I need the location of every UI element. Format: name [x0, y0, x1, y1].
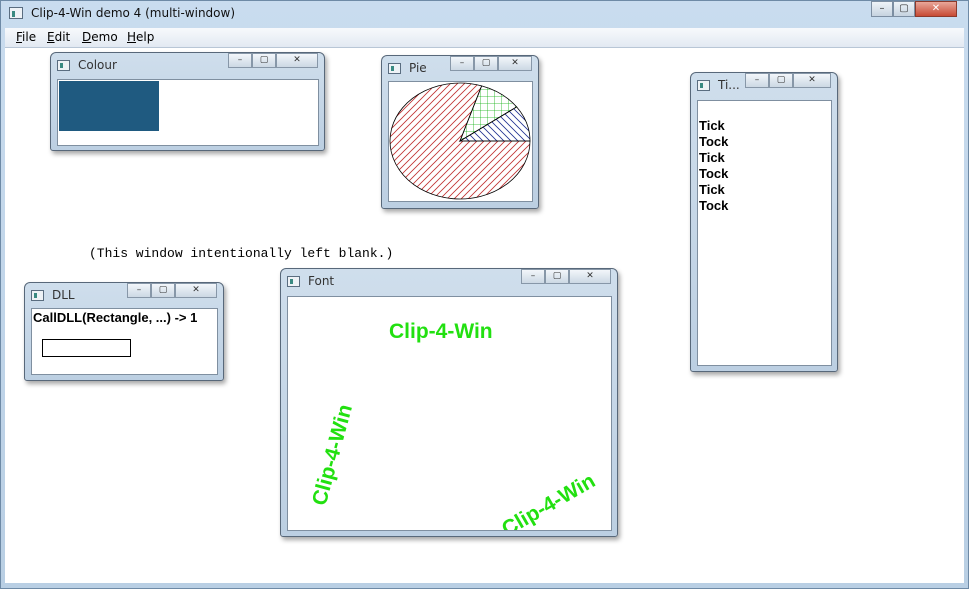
window-icon[interactable] — [57, 60, 70, 71]
blank-window-note: (This window intentionally left blank.) — [89, 246, 394, 261]
window-controls: – ▢ ✕ — [450, 56, 532, 71]
menu-edit[interactable]: Edit — [47, 30, 70, 44]
minimize-button[interactable]: – — [228, 53, 252, 68]
window-icon[interactable] — [697, 80, 710, 91]
window-controls: – ▢ ✕ — [521, 269, 611, 284]
main-title-bar[interactable]: Clip-4-Win demo 4 (multi-window) – ▢ ✕ — [1, 1, 968, 27]
minimize-button[interactable]: – — [127, 283, 151, 298]
window-controls: – ▢ ✕ — [745, 73, 831, 88]
close-button[interactable]: ✕ — [793, 73, 831, 88]
dll-window-body: CallDLL(Rectangle, ...) -> 1 — [31, 308, 218, 375]
minimize-button[interactable]: – — [871, 1, 893, 17]
close-button[interactable]: ✕ — [498, 56, 532, 71]
maximize-button[interactable]: ▢ — [252, 53, 276, 68]
font-window-title-bar[interactable]: Font – ▢ ✕ — [281, 269, 617, 293]
minimize-button[interactable]: – — [450, 56, 474, 71]
tick-line: Tick — [699, 118, 725, 133]
pie-chart — [389, 82, 531, 200]
window-icon[interactable] — [388, 63, 401, 74]
tick-line: Tock — [699, 134, 729, 149]
close-button[interactable]: ✕ — [276, 53, 318, 68]
app-icon[interactable] — [9, 7, 23, 19]
tick-list: Tick Tock Tick Tock Tick Tock — [699, 118, 728, 214]
menu-help[interactable]: Help — [127, 30, 154, 44]
tick-line: Tick — [699, 182, 725, 197]
tick-line: Tock — [699, 198, 729, 213]
pie-window-title-bar[interactable]: Pie – ▢ ✕ — [382, 56, 538, 80]
close-button[interactable]: ✕ — [915, 1, 957, 17]
close-button[interactable]: ✕ — [175, 283, 217, 298]
font-window: Font – ▢ ✕ Clip-4-Win Clip-4-Win Clip-4-… — [280, 268, 618, 537]
ticker-window-body: Tick Tock Tick Tock Tick Tock — [697, 100, 832, 366]
window-icon[interactable] — [287, 276, 300, 287]
maximize-button[interactable]: ▢ — [474, 56, 498, 71]
maximize-button[interactable]: ▢ — [769, 73, 793, 88]
dll-window-title-bar[interactable]: DLL – ▢ ✕ — [25, 283, 223, 307]
window-controls: – ▢ ✕ — [228, 53, 318, 68]
ticker-window-title-bar[interactable]: Ti... – ▢ ✕ — [691, 73, 837, 97]
tick-line: Tock — [699, 166, 729, 181]
minimize-button[interactable]: – — [521, 269, 545, 284]
main-window-controls: – ▢ ✕ — [871, 1, 957, 17]
colour-window: Colour – ▢ ✕ — [50, 52, 325, 151]
menu-bar: File Edit Demo Help — [5, 28, 964, 48]
font-sample-horizontal: Clip-4-Win — [389, 320, 493, 343]
font-window-body: Clip-4-Win Clip-4-Win Clip-4-Win — [287, 296, 612, 531]
colour-window-title-bar[interactable]: Colour – ▢ ✕ — [51, 53, 324, 77]
main-title-text: Clip-4-Win demo 4 (multi-window) — [31, 6, 236, 20]
font-sample-vertical: Clip-4-Win — [308, 401, 358, 508]
font-sample-angled: Clip-4-Win — [498, 469, 600, 531]
pie-window-title: Pie — [409, 61, 427, 75]
colour-swatch — [59, 81, 159, 131]
colour-window-title: Colour — [78, 58, 117, 72]
pie-window: Pie – ▢ ✕ — [381, 55, 539, 209]
window-controls: – ▢ ✕ — [127, 283, 217, 298]
font-window-title: Font — [308, 274, 335, 288]
dll-result-text: CallDLL(Rectangle, ...) -> 1 — [33, 310, 198, 325]
tick-line: Tick — [699, 150, 725, 165]
menu-file[interactable]: File — [16, 30, 36, 44]
ticker-window-title: Ti... — [718, 78, 740, 92]
dll-window-title: DLL — [52, 288, 75, 302]
maximize-button[interactable]: ▢ — [893, 1, 915, 17]
ticker-window: Ti... – ▢ ✕ Tick Tock Tick Tock Tick Toc… — [690, 72, 838, 372]
minimize-button[interactable]: – — [745, 73, 769, 88]
maximize-button[interactable]: ▢ — [545, 269, 569, 284]
window-icon[interactable] — [31, 290, 44, 301]
menu-demo[interactable]: Demo — [82, 30, 118, 44]
pie-window-body — [388, 81, 533, 202]
dll-rectangle — [42, 339, 131, 357]
maximize-button[interactable]: ▢ — [151, 283, 175, 298]
dll-window: DLL – ▢ ✕ CallDLL(Rectangle, ...) -> 1 — [24, 282, 224, 381]
colour-window-body — [57, 79, 319, 146]
close-button[interactable]: ✕ — [569, 269, 611, 284]
